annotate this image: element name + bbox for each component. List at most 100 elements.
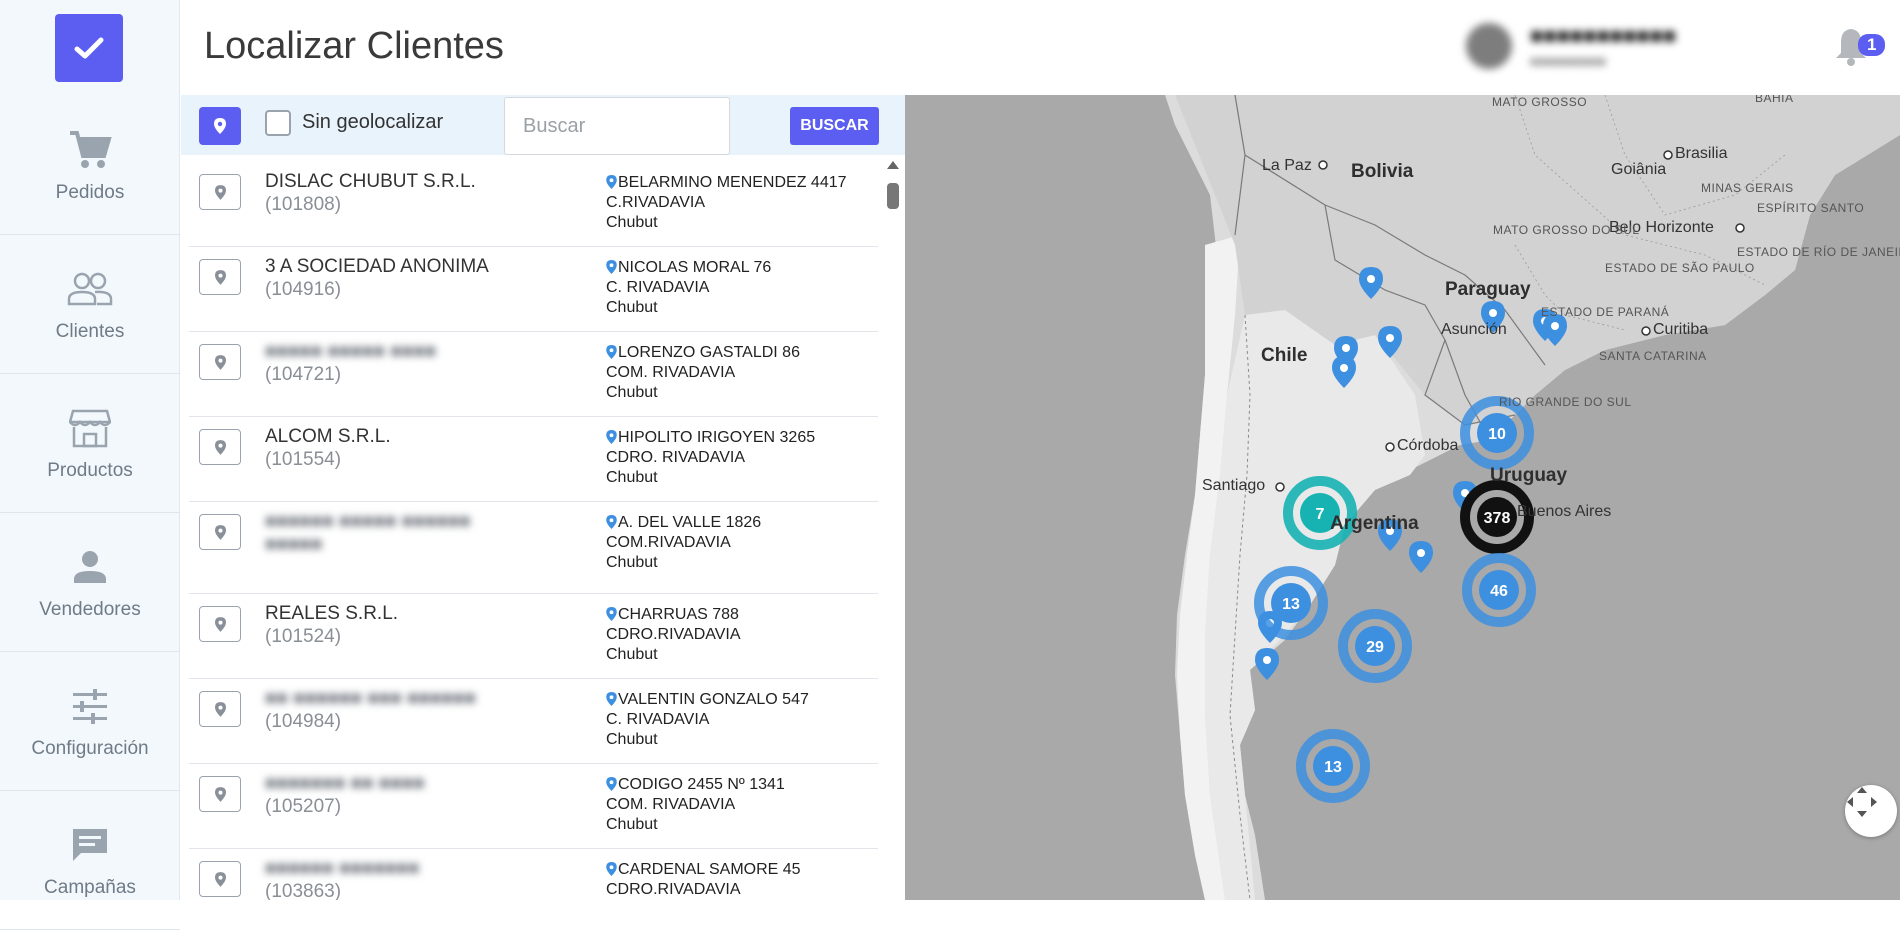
list-item[interactable]: ■■■■■■ ■■■■■■■ (103863) CARDENAL SAMORE … bbox=[189, 849, 878, 900]
header: Localizar Clientes ■■■■■■■■■■■ ■■■■■■■■■… bbox=[181, 0, 1900, 95]
address-city: C.RIVADAVIA bbox=[606, 194, 705, 211]
svg-text:46: 46 bbox=[1490, 583, 1508, 600]
location-pin-icon bbox=[606, 175, 617, 189]
sidebar-item-configuracion[interactable]: Configuración bbox=[0, 652, 180, 791]
scrollbar-thumb[interactable] bbox=[887, 183, 899, 209]
address-street: VALENTIN GONZALO 547 bbox=[618, 691, 809, 708]
client-code: (104721) bbox=[265, 364, 342, 385]
city-dot bbox=[1318, 160, 1328, 170]
sidebar: Pedidos Clientes Productos Vendedores Co… bbox=[0, 0, 180, 930]
address-province: Chubut bbox=[606, 646, 658, 663]
address-province: Chubut bbox=[606, 469, 658, 486]
list-item[interactable]: ■■ ■■■■■■ ■■■ ■■■■■■ (104984) VALENTIN G… bbox=[189, 679, 878, 764]
list-item[interactable]: ■■■■■ ■■■■■ ■■■■ (104721) LORENZO GASTAL… bbox=[189, 332, 878, 417]
map[interactable]: 10 378 7 46 13 29 13 Bolivia Paraguay Ch… bbox=[905, 95, 1900, 900]
address-street: NICOLAS MORAL 76 bbox=[618, 259, 772, 276]
locate-client-button[interactable] bbox=[199, 259, 241, 295]
map-canvas: 10 378 7 46 13 29 13 bbox=[1165, 95, 1900, 900]
locate-client-button[interactable] bbox=[199, 691, 241, 727]
svg-text:10: 10 bbox=[1488, 426, 1506, 443]
map-label-region: ESTADO DE PARANÁ bbox=[1541, 305, 1670, 319]
client-code: (105207) bbox=[265, 796, 342, 817]
client-address: VALENTIN GONZALO 547 C. RIVADAVIA Chubut bbox=[606, 690, 809, 750]
sidebar-item-clientes[interactable]: Clientes bbox=[0, 235, 180, 374]
location-pin-icon bbox=[606, 777, 617, 791]
location-pin-icon bbox=[214, 439, 226, 455]
address-city: CDRO.RIVADAVIA bbox=[606, 626, 741, 643]
app-logo[interactable] bbox=[55, 14, 123, 82]
map-label-region: ESTADO DE RÍO DE JANEIRO bbox=[1737, 245, 1900, 259]
map-label-region: MATO GROSSO DO SUL bbox=[1493, 223, 1640, 237]
sidebar-item-productos[interactable]: Productos bbox=[0, 374, 180, 513]
map-cluster: 29 bbox=[1338, 609, 1412, 683]
location-pin-icon bbox=[214, 269, 226, 285]
map-label-city: Santiago bbox=[1202, 477, 1266, 494]
locate-client-button[interactable] bbox=[199, 861, 241, 897]
locate-client-button[interactable] bbox=[199, 174, 241, 210]
client-code: (103863) bbox=[265, 881, 342, 900]
map-label-region: ESPÍRITO SANTO bbox=[1757, 201, 1865, 215]
map-label-city: Buenos Aires bbox=[1517, 503, 1612, 520]
chat-icon bbox=[73, 829, 107, 861]
address-street: LORENZO GASTALDI 86 bbox=[618, 344, 800, 361]
city-dot bbox=[1275, 482, 1285, 492]
list-item[interactable]: 3 A SOCIEDAD ANONIMA (104916) NICOLAS MO… bbox=[189, 247, 878, 332]
svg-text:29: 29 bbox=[1366, 639, 1384, 656]
address-street: HIPOLITO IRIGOYEN 3265 bbox=[618, 429, 816, 446]
search-input[interactable] bbox=[504, 97, 730, 155]
location-pin-icon bbox=[214, 118, 226, 134]
map-label-country: Chile bbox=[1261, 345, 1308, 366]
map-label-region: SANTA CATARINA bbox=[1599, 349, 1707, 363]
client-name-redacted: ■■ ■■■■■■ ■■■ ■■■■■■ bbox=[265, 688, 476, 709]
land-area-argentina bbox=[1205, 310, 1425, 900]
cart-icon bbox=[70, 131, 112, 168]
locate-client-button[interactable] bbox=[199, 344, 241, 380]
address-province: Chubut bbox=[606, 214, 658, 231]
user-profile[interactable]: ■■■■■■■■■■■ ■■■■■■■■■ bbox=[1466, 16, 1796, 76]
locate-client-button[interactable] bbox=[199, 514, 241, 550]
location-pin-icon bbox=[606, 515, 617, 529]
page-title: Localizar Clientes bbox=[204, 25, 504, 67]
list-item[interactable]: ■■■■■■ ■■■■■ ■■■■■■ ■■■■■ A. DEL VALLE 1… bbox=[189, 502, 878, 594]
address-city: C. RIVADAVIA bbox=[606, 711, 710, 728]
fullscreen-button[interactable] bbox=[1845, 785, 1897, 837]
address-city: COM.RIVADAVIA bbox=[606, 534, 731, 551]
svg-text:7: 7 bbox=[1316, 506, 1325, 523]
list-item[interactable]: DISLAC CHUBUT S.R.L. (101808) BELARMINO … bbox=[189, 162, 878, 247]
sin-geolocalizar-checkbox[interactable] bbox=[265, 110, 291, 136]
map-label-country: Bolivia bbox=[1351, 161, 1414, 182]
address-province: Chubut bbox=[606, 384, 658, 401]
map-label-city: Brasilia bbox=[1675, 145, 1728, 162]
sidebar-item-pedidos[interactable]: Pedidos bbox=[0, 96, 180, 235]
sidebar-item-label: Vendedores bbox=[39, 599, 141, 620]
client-name: ALCOM S.R.L. bbox=[265, 426, 391, 447]
map-label-region: ESTADO DE SÃO PAULO bbox=[1605, 261, 1755, 275]
list-item[interactable]: ■■■■■■■ ■■ ■■■■ (105207) CODIGO 2455 Nº … bbox=[189, 764, 878, 849]
sidebar-item-label: Configuración bbox=[31, 738, 149, 759]
client-address: CHARRUAS 788 CDRO.RIVADAVIA Chubut bbox=[606, 605, 741, 665]
checkbox-label: Sin geolocalizar bbox=[302, 111, 444, 133]
location-pin-icon bbox=[214, 871, 226, 887]
city-dot bbox=[1641, 326, 1651, 336]
location-pin-icon bbox=[606, 862, 617, 876]
list-item[interactable]: REALES S.R.L. (101524) CHARRUAS 788 CDRO… bbox=[189, 594, 878, 679]
client-name-redacted: ■■■■■ ■■■■■ ■■■■ bbox=[265, 341, 437, 362]
locate-client-button[interactable] bbox=[199, 606, 241, 642]
sidebar-item-vendedores[interactable]: Vendedores bbox=[0, 513, 180, 652]
locate-client-button[interactable] bbox=[199, 776, 241, 812]
map-label-region: MINAS GERAIS bbox=[1701, 181, 1794, 195]
client-list-panel: Sin geolocalizar BUSCAR DISLAC CHUBUT S.… bbox=[181, 95, 905, 900]
locate-button[interactable] bbox=[199, 107, 241, 145]
scroll-up-arrow[interactable] bbox=[887, 161, 899, 169]
location-pin-icon bbox=[214, 616, 226, 632]
avatar bbox=[1466, 23, 1512, 69]
map-label-country: Uruguay bbox=[1490, 465, 1568, 486]
location-pin-icon bbox=[606, 260, 617, 274]
list-item[interactable]: ALCOM S.R.L. (101554) HIPOLITO IRIGOYEN … bbox=[189, 417, 878, 502]
address-city: COM. RIVADAVIA bbox=[606, 364, 736, 381]
sidebar-item-campanas[interactable]: Campañas bbox=[0, 791, 180, 930]
address-street: A. DEL VALLE 1826 bbox=[618, 514, 762, 531]
search-button[interactable]: BUSCAR bbox=[790, 107, 879, 145]
locate-client-button[interactable] bbox=[199, 429, 241, 465]
address-street: CHARRUAS 788 bbox=[618, 606, 739, 623]
